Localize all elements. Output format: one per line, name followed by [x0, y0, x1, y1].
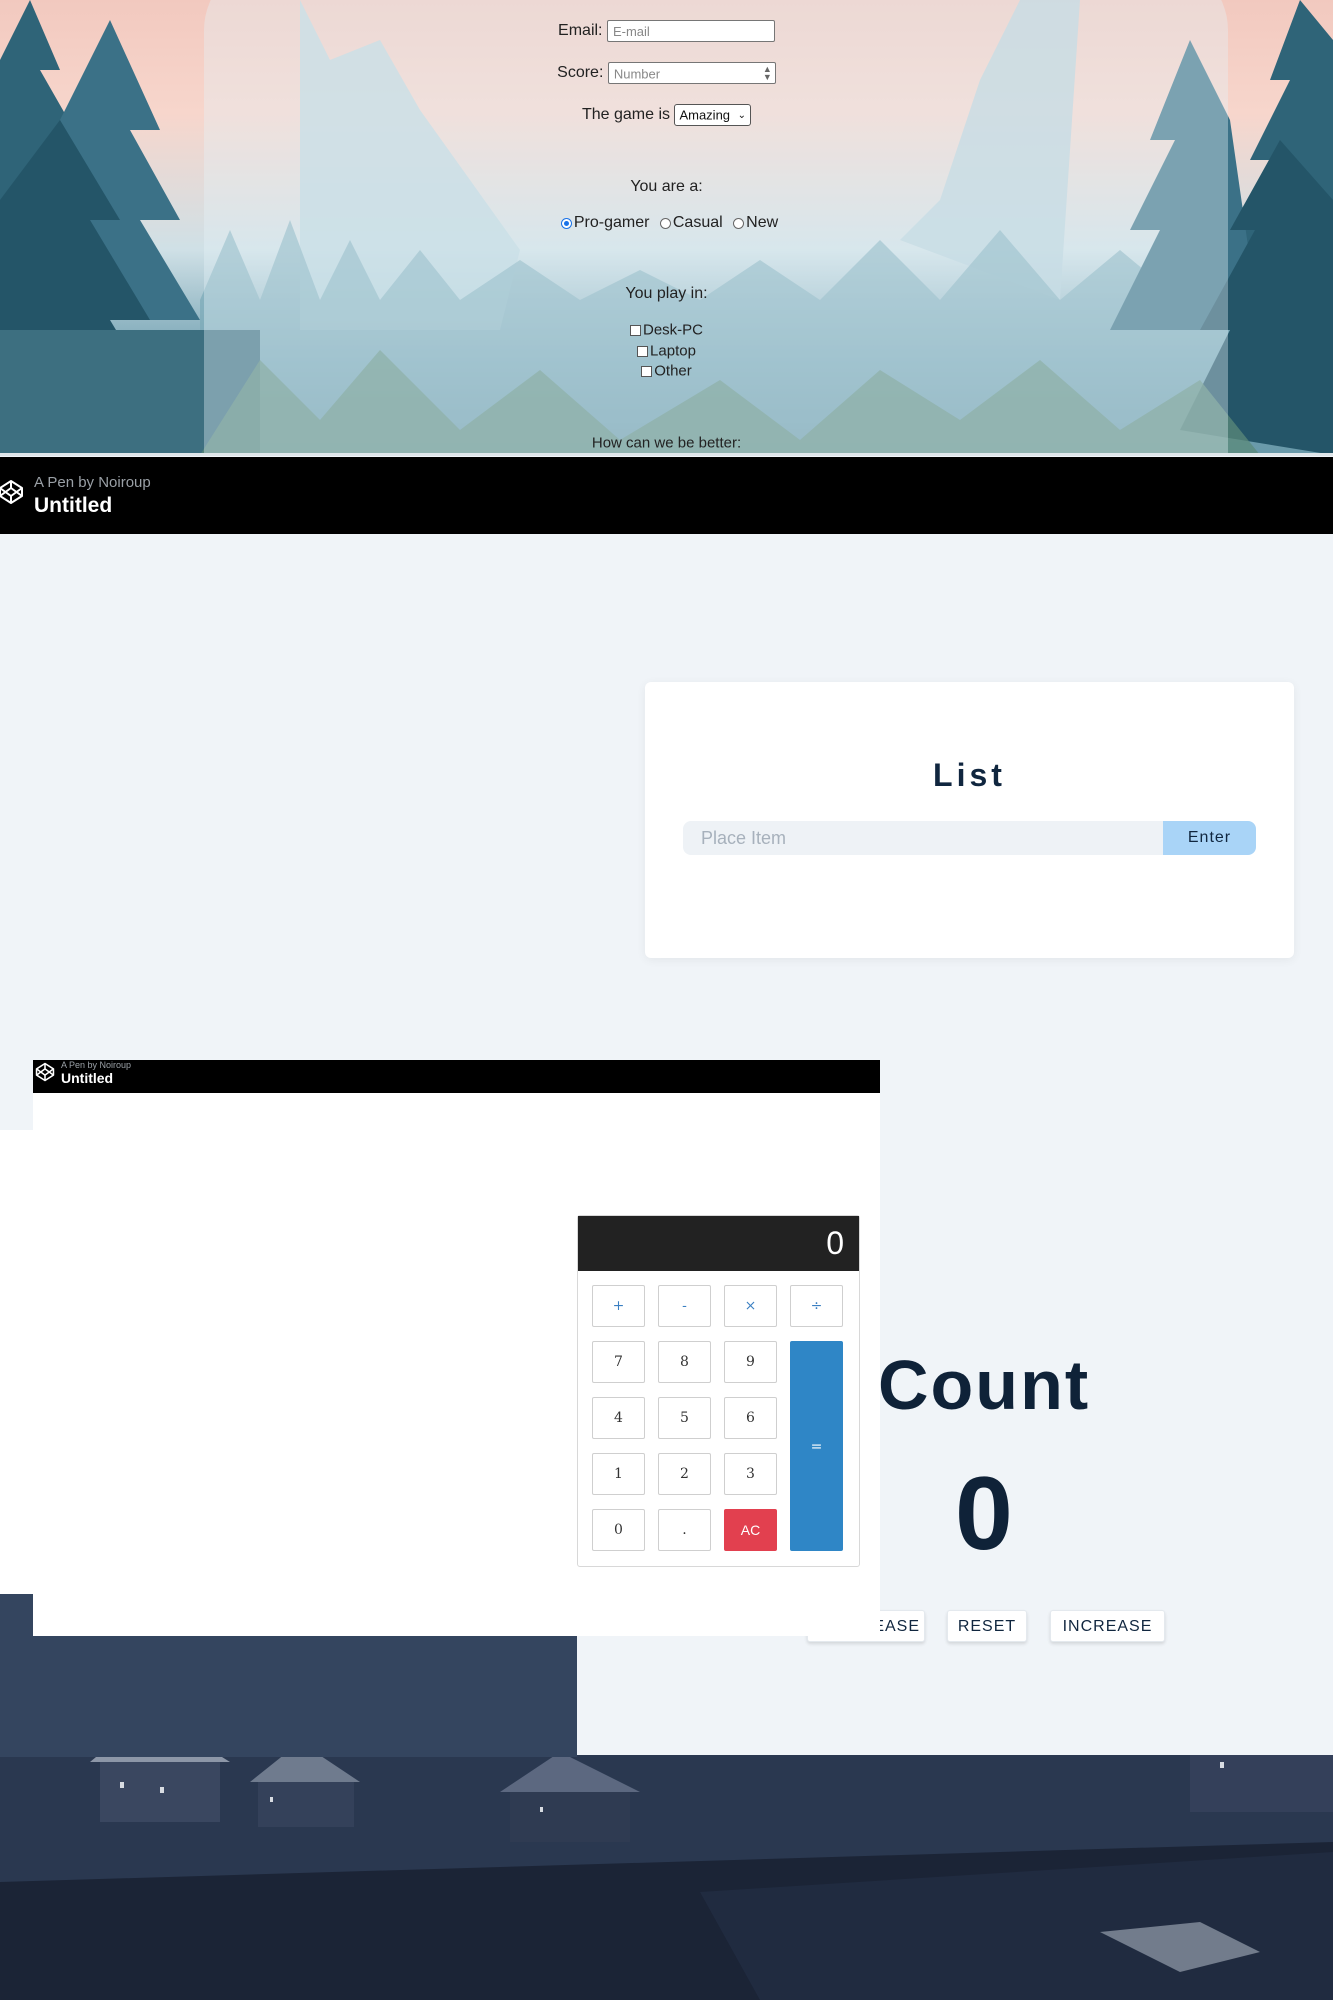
- increase-button[interactable]: INCREASE: [1050, 1610, 1165, 1642]
- digit-6-key[interactable]: 6: [724, 1397, 777, 1439]
- add-key[interactable]: +: [592, 1285, 645, 1327]
- equals-key[interactable]: =: [790, 1341, 843, 1551]
- checkbox-desk-pc[interactable]: [629, 324, 641, 336]
- game-rating-row: The game is Amazing ⌄: [0, 104, 1333, 126]
- radio-label-casual: Casual: [672, 214, 723, 231]
- decimal-key[interactable]: .: [658, 1509, 711, 1551]
- digit-4-key[interactable]: 4: [592, 1397, 645, 1439]
- calculator-pen-header-bar: A Pen by Noiroup Untitled: [33, 1060, 880, 1093]
- digit-0-key[interactable]: 0: [592, 1509, 645, 1551]
- you-are-label: You are a:: [630, 178, 703, 195]
- digit-9-key[interactable]: 9: [724, 1341, 777, 1383]
- checkbox-laptop[interactable]: [637, 345, 649, 357]
- radio-label-new: New: [746, 214, 779, 231]
- list-card: List Place Item Enter: [645, 682, 1294, 958]
- game-rating-value: Amazing: [679, 107, 731, 123]
- score-placeholder: Number: [613, 66, 661, 82]
- codepen-logo-icon[interactable]: [35, 1062, 55, 1082]
- feedback-heading: How can we be better:: [0, 434, 1333, 452]
- digit-7-key[interactable]: 7: [592, 1341, 645, 1383]
- checkbox-other[interactable]: [641, 365, 653, 377]
- game-label: The game is: [581, 106, 670, 123]
- digit-2-key[interactable]: 2: [658, 1453, 711, 1495]
- platform-checkbox-laptop-row: Laptop: [0, 342, 1333, 360]
- codepen-header-bar: A Pen by Noiroup Untitled: [0, 457, 1333, 534]
- count-value: 0: [955, 1456, 1013, 1572]
- calculator-display: 0: [578, 1216, 859, 1271]
- enter-button[interactable]: Enter: [1163, 821, 1256, 855]
- you-are-heading: You are a:: [0, 178, 1333, 196]
- email-row: Email: E-mail: [0, 20, 1333, 42]
- calc-pen-title[interactable]: Untitled: [61, 1070, 113, 1086]
- digit-1-key[interactable]: 1: [592, 1453, 645, 1495]
- play-in-label: You play in:: [625, 285, 708, 302]
- multiply-key[interactable]: ×: [724, 1285, 777, 1327]
- survey-divider: [0, 453, 1333, 456]
- checkbox-label-other: Other: [654, 362, 692, 380]
- score-number-field[interactable]: Number ▲ ▼: [607, 62, 776, 84]
- all-clear-key[interactable]: AC: [724, 1509, 777, 1551]
- reset-button[interactable]: RESET: [947, 1610, 1027, 1642]
- radio-casual[interactable]: [659, 217, 671, 229]
- email-label: Email:: [558, 22, 603, 39]
- count-title: Count: [878, 1346, 1091, 1424]
- digit-5-key[interactable]: 5: [658, 1397, 711, 1439]
- pen-byline[interactable]: A Pen by Noiroup: [34, 474, 151, 491]
- pen-title[interactable]: Untitled: [34, 494, 112, 518]
- place-item-input[interactable]: Place Item: [683, 821, 1163, 855]
- email-field[interactable]: E-mail: [606, 20, 775, 42]
- calc-window-left-strip: [0, 1130, 33, 1594]
- calc-pen-byline[interactable]: A Pen by Noiroup: [61, 1060, 131, 1070]
- player-type-radio-group: Pro-gamer Casual New: [0, 214, 1333, 232]
- chevron-down-icon: ⌄: [737, 109, 747, 121]
- checkbox-label-laptop: Laptop: [650, 342, 696, 360]
- platform-checkbox-other-row: Other: [0, 362, 1333, 380]
- divide-key[interactable]: ÷: [790, 1285, 843, 1327]
- spinner-arrows-icon[interactable]: ▲ ▼: [763, 65, 772, 82]
- feedback-label: How can we be better:: [591, 434, 742, 452]
- score-label: Score:: [557, 64, 604, 81]
- radio-label-pro-gamer: Pro-gamer: [573, 214, 650, 231]
- calculator: 0 + - × ÷ 7 8 9 4 5 6 1 2 3 0 . AC =: [577, 1215, 860, 1567]
- radio-new[interactable]: [733, 217, 745, 229]
- checkbox-label-desk-pc: Desk-PC: [642, 321, 703, 339]
- platform-checkbox-desk-pc-row: Desk-PC: [0, 321, 1333, 339]
- play-in-heading: You play in:: [0, 285, 1333, 303]
- digit-8-key[interactable]: 8: [658, 1341, 711, 1383]
- score-row: Score: Number ▲ ▼: [0, 62, 1333, 84]
- digit-3-key[interactable]: 3: [724, 1453, 777, 1495]
- radio-pro-gamer[interactable]: [560, 217, 572, 229]
- subtract-key[interactable]: -: [658, 1285, 711, 1327]
- codepen-logo-icon[interactable]: [0, 479, 24, 505]
- game-rating-select[interactable]: Amazing ⌄: [674, 104, 752, 126]
- list-title: List: [933, 757, 1006, 793]
